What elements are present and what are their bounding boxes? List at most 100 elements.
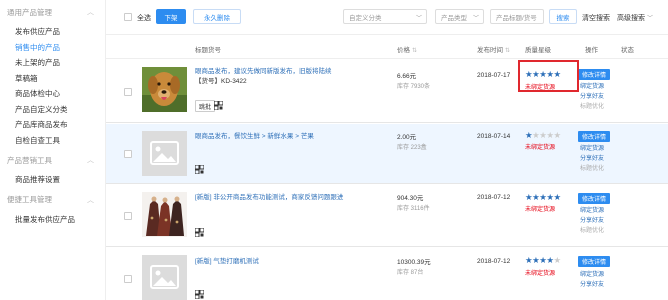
product-thumbnail[interactable]: [142, 131, 187, 176]
search-input-placeholder: 产品标题/货号: [496, 14, 537, 22]
sidebar-group-general[interactable]: 通用产品管理 ︿: [0, 0, 105, 24]
advanced-search-link[interactable]: 高级搜索 ﹀: [617, 13, 653, 23]
header-price[interactable]: 价格 ⇅: [397, 44, 417, 54]
bind-source-link[interactable]: 绑定货源: [580, 206, 604, 216]
product-price: 2.00元: [397, 134, 417, 141]
table-row: 眼商品发布，餐饮生鲜 > 新鲜水果 > 芒果 2.00元 库存 223盒 201…: [106, 124, 668, 184]
bind-source-link[interactable]: 绑定货源: [580, 270, 604, 280]
sidebar-group-tools[interactable]: 便捷工具管理 ︿: [0, 188, 105, 212]
bind-source-link[interactable]: 绑定货源: [580, 82, 604, 92]
clear-search-link[interactable]: 清空搜索: [582, 13, 610, 23]
chevron-down-icon: ﹀: [472, 16, 479, 22]
row-checkbox[interactable]: [124, 212, 132, 220]
product-price: 6.66元: [397, 73, 417, 80]
sidebar-item-library-publish[interactable]: 产品库商品发布: [0, 117, 105, 133]
table-row: 眼商品发布，建议先做同新版发布，旧版将陆续 【货号】KD-3422 跳批 6.6…: [106, 60, 668, 123]
advanced-search-label: 高级搜索: [617, 15, 645, 22]
quality-stars: ★★★★★: [525, 130, 561, 140]
chevron-down-icon: ﹀: [646, 16, 653, 22]
header-time-label: 发布时间: [477, 47, 503, 54]
dog-photo: [142, 67, 187, 112]
product-title: [新版] 气垫打磨机测试: [195, 258, 259, 265]
product-title-link[interactable]: 眼商品发布，建议先做同新版发布，旧版将陆续 【货号】KD-3422: [195, 67, 332, 87]
sidebar-item-self-check[interactable]: 自检自查工具: [0, 133, 105, 149]
publish-date: 2018-07-12: [477, 194, 511, 201]
bind-source-link[interactable]: 绑定货源: [580, 144, 604, 154]
qr-code-icon[interactable]: [195, 228, 204, 237]
quality-stars: ★★★★★: [525, 192, 561, 202]
main-content: 全选 下架 永久删除 自定义分类 ﹀ 产品类型 ﹀ 产品标题/货号 搜索 清空搜…: [106, 0, 668, 300]
custom-category-select[interactable]: 自定义分类 ﹀: [343, 9, 427, 24]
edit-detail-button[interactable]: 修改详情: [578, 256, 610, 267]
chevron-up-icon: ︿: [87, 157, 94, 164]
row-checkbox[interactable]: [124, 275, 132, 283]
product-title: [新版] 非公开商品发布功能测试，商家反馈问题跟进: [195, 194, 344, 201]
quality-stars: ★★★★★: [525, 255, 561, 265]
delete-button[interactable]: 永久删除: [193, 9, 241, 24]
product-title-link[interactable]: [新版] 非公开商品发布功能测试，商家反馈问题跟进: [195, 193, 343, 203]
toolbar: 全选 下架 永久删除 自定义分类 ﹀ 产品类型 ﹀ 产品标题/货号 搜索 清空搜…: [106, 0, 668, 35]
qr-code-icon[interactable]: [214, 101, 223, 110]
sidebar-item-custom-category[interactable]: 产品自定义分类: [0, 102, 105, 118]
sidebar-group-marketing[interactable]: 产品营销工具 ︿: [0, 148, 105, 172]
table-row: [新版] 气垫打磨机测试 10300.39元 库存 87台 2018-07-12…: [106, 248, 668, 300]
share-friend-link[interactable]: 分享好友: [580, 154, 604, 164]
header-publish-time[interactable]: 发布时间 ⇅: [477, 44, 510, 54]
table-header: 标题货号 价格 ⇅ 发布时间 ⇅ 质量星级 操作 状态: [106, 36, 668, 59]
edit-detail-button[interactable]: 修改详情: [578, 69, 610, 80]
image-placeholder-icon: [142, 255, 187, 300]
header-price-label: 价格: [397, 47, 410, 54]
qr-code-icon[interactable]: [195, 290, 204, 299]
sidebar: 通用产品管理 ︿ 发布供应产品 销售中的产品 未上架的产品 草稿箱 商品体检中心…: [0, 0, 106, 300]
row-checkbox[interactable]: [124, 150, 132, 158]
chevron-up-icon: ︿: [87, 196, 94, 204]
image-placeholder-icon: [142, 131, 187, 176]
sidebar-item-publish-supply[interactable]: 发布供应产品: [0, 24, 105, 40]
sidebar-item-on-sale[interactable]: 销售中的产品: [0, 40, 105, 56]
product-price: 10300.39元: [397, 259, 431, 266]
product-stock: 库存 7930条: [397, 84, 431, 90]
share-friend-link[interactable]: 分享好友: [580, 280, 604, 290]
highlight-annotation-box: [518, 60, 579, 92]
product-title-link[interactable]: [新版] 气垫打磨机测试: [195, 257, 259, 267]
title-optimize-link[interactable]: 标题优化: [580, 226, 604, 236]
product-thumbnail[interactable]: [142, 192, 187, 237]
select-all-label: 全选: [137, 15, 151, 22]
sidebar-group-label: 通用产品管理: [7, 7, 52, 17]
row-checkbox[interactable]: [124, 88, 132, 96]
select-all-checkbox[interactable]: [124, 13, 132, 21]
sidebar-item-batch-publish[interactable]: 批量发布供应产品: [0, 212, 105, 228]
sidebar-group-label: 产品营销工具: [7, 155, 52, 165]
product-thumbnail[interactable]: [142, 255, 187, 300]
search-button[interactable]: 搜索: [549, 9, 577, 24]
title-optimize-link[interactable]: 标题优化: [580, 102, 604, 112]
unbound-source-text: 未绑定货源: [525, 207, 556, 213]
sort-icon: ⇅: [505, 48, 511, 54]
jump-batch-tag[interactable]: 跳批: [195, 100, 216, 112]
search-input[interactable]: 产品标题/货号: [490, 9, 544, 24]
edit-detail-button[interactable]: 修改详情: [578, 193, 610, 204]
product-stock: 库存 223盒: [397, 145, 427, 151]
sidebar-item-health-center[interactable]: 商品体检中心: [0, 86, 105, 102]
product-title-link[interactable]: 眼商品发布，餐饮生鲜 > 新鲜水果 > 芒果: [195, 132, 314, 142]
publish-date: 2018-07-14: [477, 133, 511, 140]
unbound-source-text: 未绑定货源: [525, 271, 556, 277]
dresses-photo: [142, 192, 187, 237]
offline-button[interactable]: 下架: [156, 9, 186, 24]
header-ops: 操作: [585, 47, 598, 54]
product-title: 眼商品发布，建议先做同新版发布，旧版将陆续: [195, 68, 332, 75]
title-optimize-link[interactable]: 标题优化: [580, 164, 604, 174]
header-status: 状态: [621, 47, 634, 54]
sidebar-item-drafts[interactable]: 草稿箱: [0, 71, 105, 87]
qr-code-icon[interactable]: [195, 165, 204, 174]
product-thumbnail[interactable]: [142, 67, 187, 112]
edit-detail-button[interactable]: 修改详情: [578, 131, 610, 142]
share-friend-link[interactable]: 分享好友: [580, 92, 604, 102]
sidebar-item-recommend[interactable]: 商品推荐设置: [0, 172, 105, 188]
product-title: 眼商品发布，餐饮生鲜 > 新鲜水果 > 芒果: [195, 133, 314, 140]
share-friend-link[interactable]: 分享好友: [580, 216, 604, 226]
header-title: 标题货号: [195, 47, 221, 54]
sidebar-group-label: 便捷工具管理: [7, 195, 52, 204]
sidebar-item-off-shelf[interactable]: 未上架的产品: [0, 55, 105, 71]
product-type-select[interactable]: 产品类型 ﹀: [435, 9, 484, 24]
